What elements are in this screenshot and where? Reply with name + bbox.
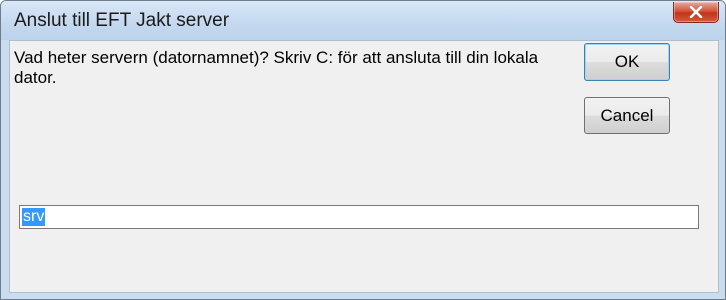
prompt-message: Vad heter servern (datornamnet)? Skriv C… [14,48,539,87]
close-icon [689,6,703,18]
dialog-window: Anslut till EFT Jakt server Vad heter se… [0,0,726,300]
ok-button[interactable]: OK [584,43,670,81]
close-button[interactable] [673,2,719,23]
input-value: srv [22,208,46,226]
title-bar[interactable]: Anslut till EFT Jakt server [1,1,725,40]
cancel-button[interactable]: Cancel [584,97,670,134]
window-title: Anslut till EFT Jakt server [14,10,230,31]
server-name-input[interactable]: srv [19,205,699,229]
